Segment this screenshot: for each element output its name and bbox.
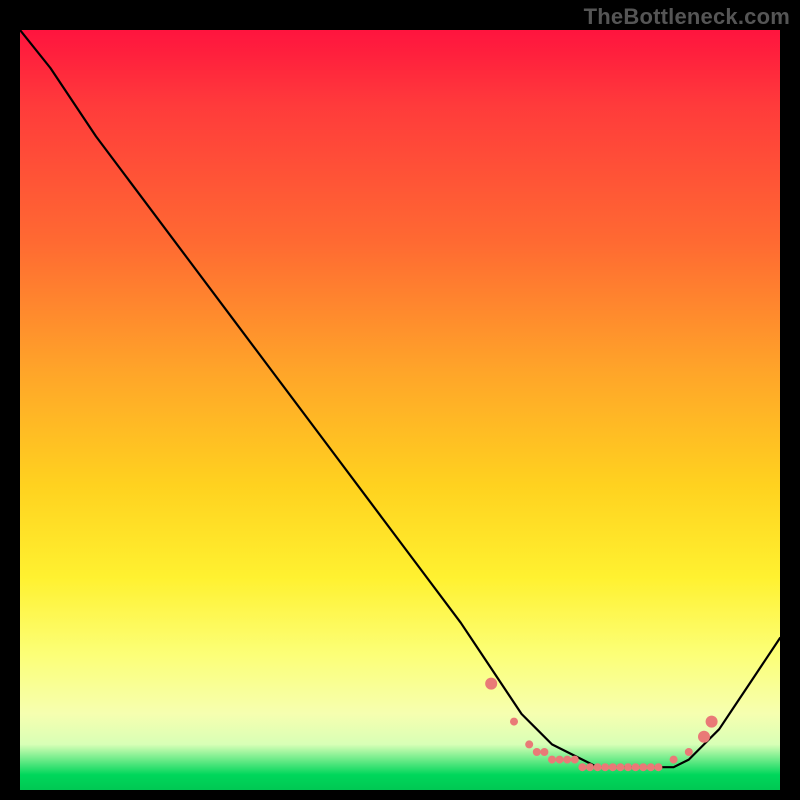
dot (685, 748, 693, 756)
dot (632, 763, 640, 771)
dot (533, 748, 541, 756)
dot (609, 763, 617, 771)
dot (510, 718, 518, 726)
dot (586, 763, 594, 771)
dot (571, 756, 579, 764)
chart-frame: TheBottleneck.com (0, 0, 800, 800)
dot (624, 763, 632, 771)
dot (698, 731, 710, 743)
curve-dots (485, 678, 717, 772)
dot (485, 678, 497, 690)
plot-area (20, 30, 780, 790)
watermark-text: TheBottleneck.com (584, 4, 790, 30)
dot (601, 763, 609, 771)
bottleneck-curve (20, 30, 780, 767)
dot (647, 763, 655, 771)
dot (654, 763, 662, 771)
curve-svg (20, 30, 780, 790)
dot (639, 763, 647, 771)
dot (563, 756, 571, 764)
dot (670, 756, 678, 764)
dot (616, 763, 624, 771)
dot (540, 748, 548, 756)
dot (706, 716, 718, 728)
dot (548, 756, 556, 764)
dot (578, 763, 586, 771)
dot (594, 763, 602, 771)
dot (525, 740, 533, 748)
dot (556, 756, 564, 764)
